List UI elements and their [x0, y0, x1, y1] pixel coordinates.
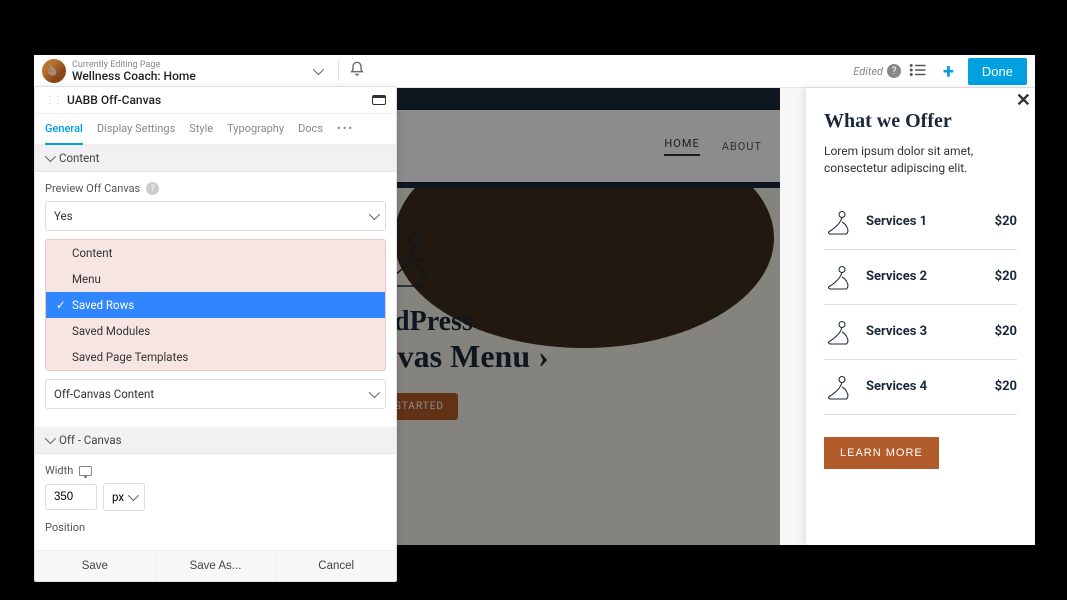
service-name: Services 3: [866, 324, 983, 339]
close-icon[interactable]: ✕: [1016, 90, 1031, 111]
chevron-down-icon: [45, 151, 56, 162]
edited-label: Edited: [853, 65, 883, 78]
content-type-value: Off-Canvas Content: [54, 387, 154, 401]
offcanvas-preview: ✕ What we Offer Lorem ipsum dolor sit am…: [806, 88, 1035, 545]
expand-panel-icon[interactable]: [372, 95, 386, 105]
divider: [338, 61, 339, 81]
save-as-button[interactable]: Save As...: [155, 551, 276, 581]
chevron-down-icon: [369, 387, 380, 398]
dropdown-option-saved-templates[interactable]: Saved Page Templates: [46, 344, 385, 370]
preview-label: Preview Off Canvas: [45, 182, 140, 195]
service-price: $20: [995, 214, 1017, 229]
help-icon[interactable]: ?: [887, 64, 901, 78]
yoga-icon: [824, 372, 854, 402]
yoga-icon: [824, 317, 854, 347]
offcanvas-heading: What we Offer: [824, 110, 1017, 133]
service-name: Services 1: [866, 214, 983, 229]
preview-select-value: Yes: [54, 209, 73, 223]
page-title: Wellness Coach: Home: [72, 70, 196, 82]
yoga-icon: [824, 262, 854, 292]
content-type-select[interactable]: Off-Canvas Content: [45, 379, 386, 409]
preview-select[interactable]: Yes: [45, 201, 386, 231]
dropdown-option-saved-rows[interactable]: ✓Saved Rows: [46, 292, 385, 318]
tab-docs[interactable]: Docs: [298, 114, 323, 144]
section-offcanvas-label: Off - Canvas: [59, 433, 122, 447]
position-label: Position: [45, 521, 85, 534]
width-input[interactable]: [45, 484, 97, 510]
top-bar: 🦫 Currently Editing Page Wellness Coach:…: [34, 55, 1035, 88]
done-button[interactable]: Done: [968, 58, 1027, 85]
yoga-icon: [824, 207, 854, 237]
tab-more[interactable]: •••: [337, 114, 354, 144]
width-unit-select[interactable]: px: [103, 483, 145, 511]
panel-footer: Save Save As... Cancel: [35, 550, 396, 581]
cancel-button[interactable]: Cancel: [275, 551, 396, 581]
chevron-down-icon: [45, 433, 56, 444]
responsive-icon[interactable]: [79, 466, 92, 476]
section-content-label: Content: [59, 151, 99, 165]
dropdown-option-menu[interactable]: Menu: [46, 266, 385, 292]
chevron-down-icon: [128, 490, 139, 501]
offcanvas-body: Lorem ipsum dolor sit amet, consectetur …: [824, 143, 1017, 177]
service-price: $20: [995, 269, 1017, 284]
settings-panel: ⋮⋮ UABB Off-Canvas General Display Setti…: [34, 86, 397, 582]
content-type-dropdown: Content Menu ✓Saved Rows Saved Modules S…: [45, 239, 386, 371]
outline-icon[interactable]: [909, 62, 927, 81]
section-offcanvas-header[interactable]: Off - Canvas: [35, 427, 396, 454]
section-content-header[interactable]: Content: [35, 145, 396, 172]
service-name: Services 2: [866, 269, 983, 284]
add-icon[interactable]: +: [943, 59, 954, 83]
width-unit-value: px: [112, 490, 124, 504]
notifications-icon[interactable]: [349, 61, 365, 81]
service-price: $20: [995, 324, 1017, 339]
drag-handle-icon[interactable]: ⋮⋮: [45, 95, 61, 106]
panel-header[interactable]: ⋮⋮ UABB Off-Canvas: [35, 87, 396, 114]
service-item[interactable]: Services 4 $20: [824, 360, 1017, 415]
learn-more-button[interactable]: LEARN MORE: [824, 437, 939, 469]
service-item[interactable]: Services 3 $20: [824, 305, 1017, 360]
width-label: Width: [45, 464, 73, 477]
tab-general[interactable]: General: [45, 114, 83, 145]
dropdown-option-content[interactable]: Content: [46, 240, 385, 266]
service-name: Services 4: [866, 379, 983, 394]
service-price: $20: [995, 379, 1017, 394]
tab-style[interactable]: Style: [189, 114, 213, 144]
service-item[interactable]: Services 2 $20: [824, 250, 1017, 305]
edited-status: Edited ?: [853, 64, 901, 78]
panel-tabs: General Display Settings Style Typograph…: [35, 114, 396, 145]
panel-title: UABB Off-Canvas: [67, 93, 161, 107]
save-button[interactable]: Save: [35, 551, 155, 581]
help-icon[interactable]: ?: [146, 182, 159, 195]
dropdown-option-saved-modules[interactable]: Saved Modules: [46, 318, 385, 344]
tab-typography[interactable]: Typography: [227, 114, 284, 144]
tab-display-settings[interactable]: Display Settings: [97, 114, 175, 144]
chevron-down-icon: [369, 209, 380, 220]
page-dropdown-toggle[interactable]: [306, 67, 328, 75]
beaver-logo-icon: 🦫: [42, 59, 66, 83]
service-item[interactable]: Services 1 $20: [824, 195, 1017, 250]
